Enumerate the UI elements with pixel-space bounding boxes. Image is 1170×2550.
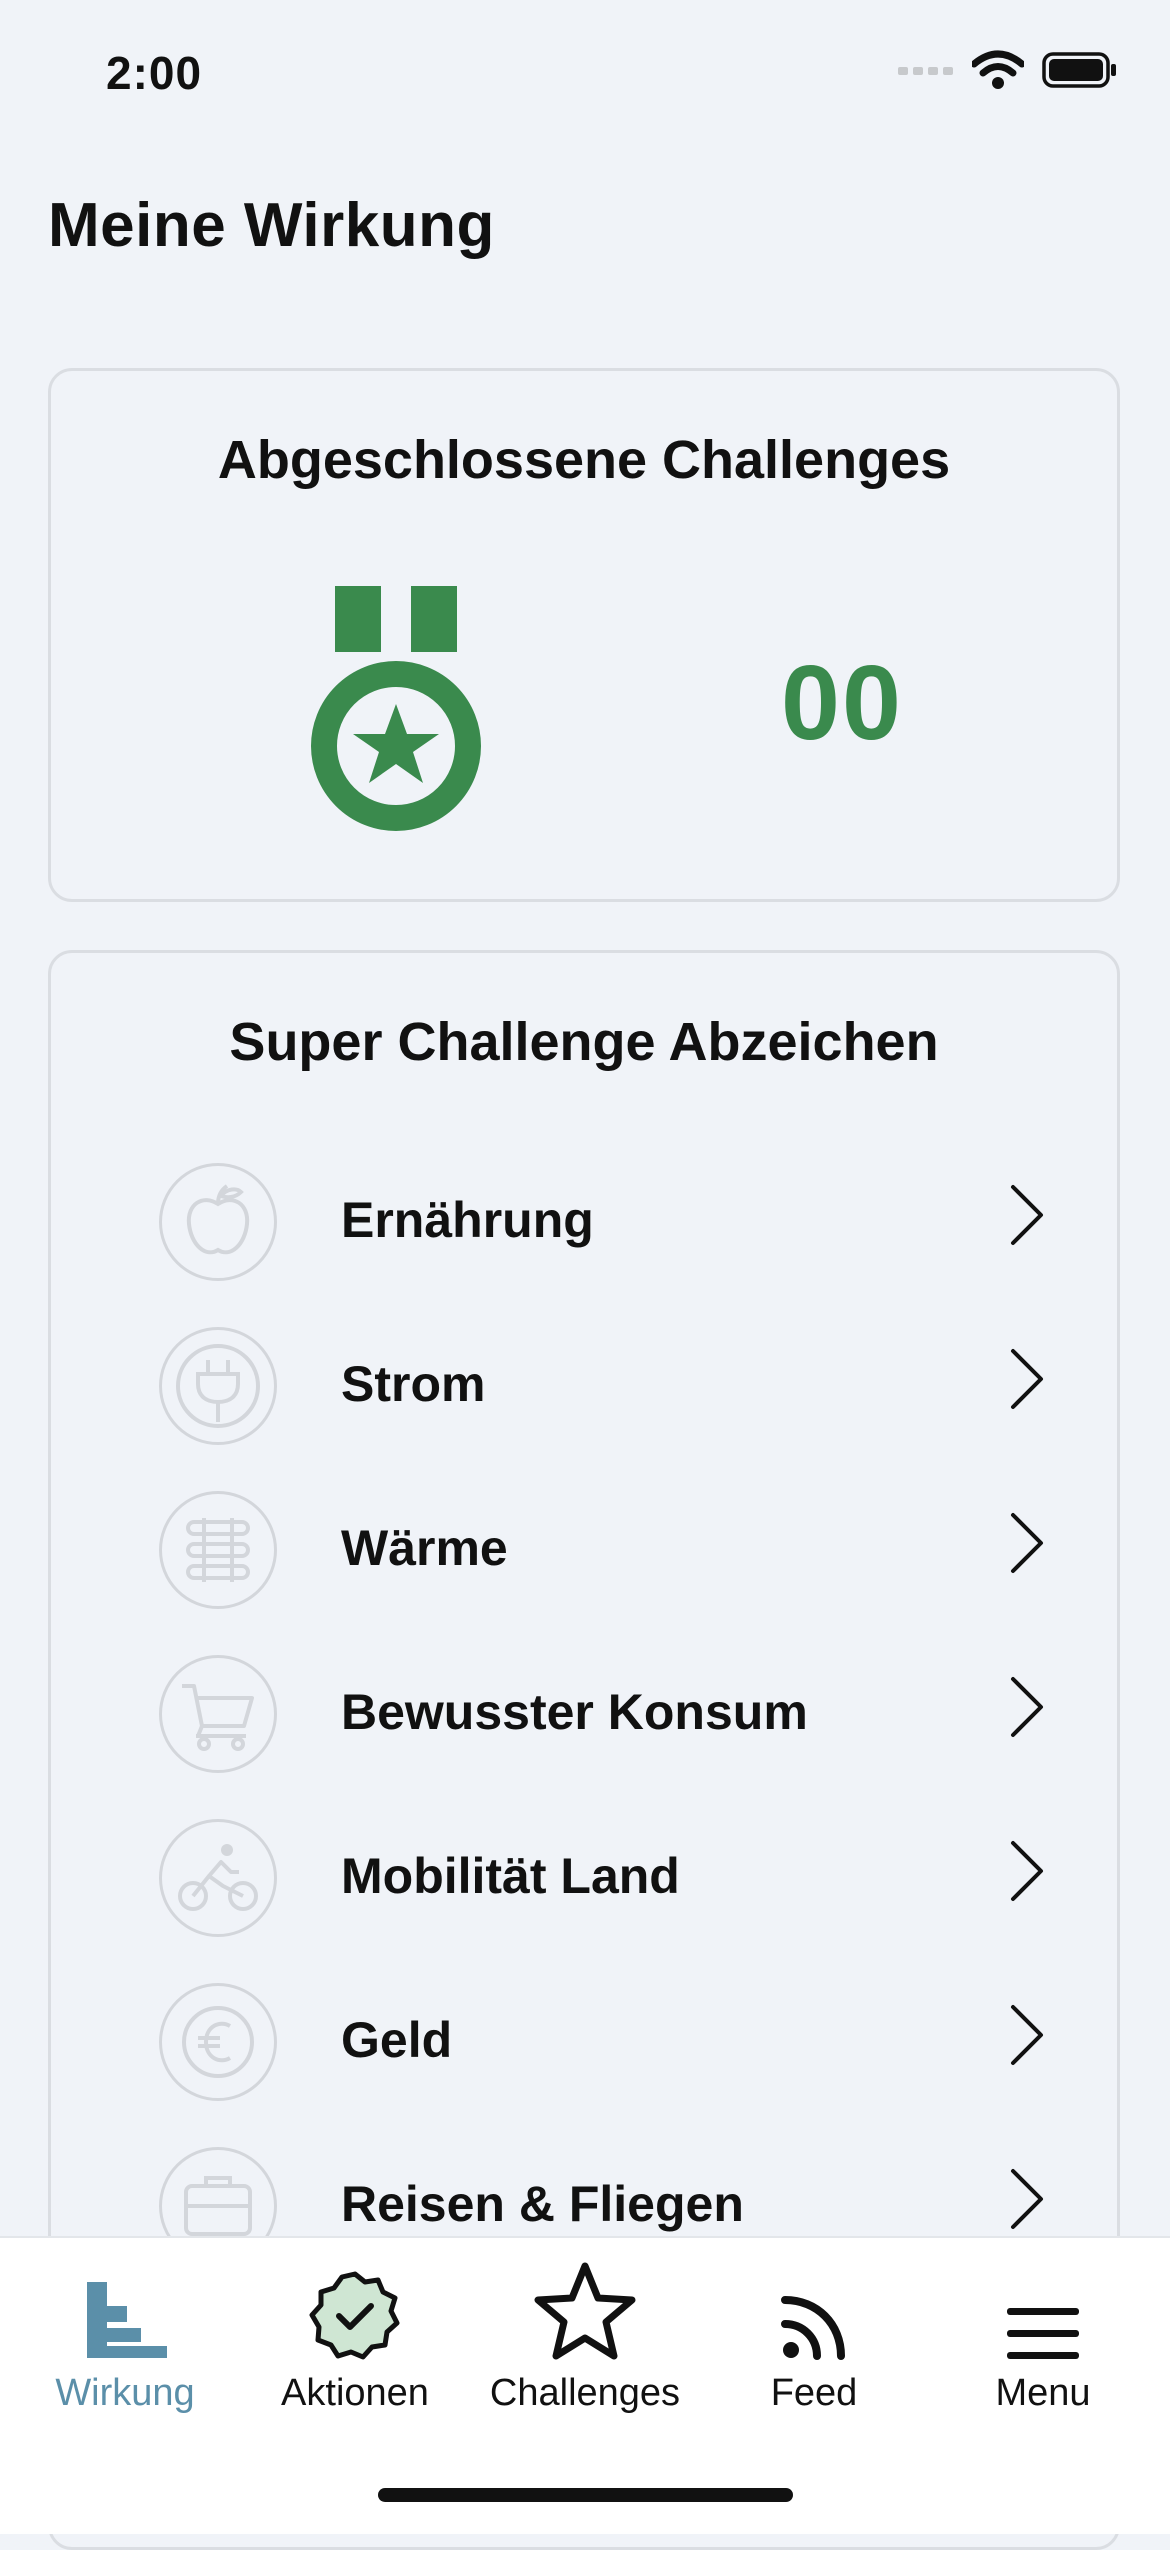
check-badge-icon (309, 2271, 400, 2360)
cellular-signal-icon (898, 67, 953, 75)
hamburger-menu-icon (1007, 2308, 1079, 2359)
badge-item-ernaehrung[interactable]: Ernährung (51, 1153, 1117, 1303)
tab-label: Wirkung (55, 2372, 195, 2414)
impact-chart-icon (87, 2282, 167, 2358)
completed-challenges-card: Abgeschlossene Challenges 00 (48, 368, 1120, 902)
status-icons (898, 50, 1118, 90)
completed-challenges-heading: Abgeschlossene Challenges (217, 430, 951, 490)
page-title: Meine Wirkung (48, 191, 495, 260)
battery-icon (1042, 52, 1116, 88)
wifi-icon (972, 50, 1024, 89)
badge-label: Wärme (341, 1520, 508, 1576)
tab-label: Aktionen (281, 2372, 429, 2414)
chevron-right-icon (1011, 2169, 1043, 2229)
tab-label: Challenges (489, 2372, 681, 2414)
euro-coin-icon (182, 2006, 254, 2078)
cyclist-icon (178, 1844, 258, 1911)
medal-star-icon (311, 586, 481, 831)
radiator-icon (186, 1518, 250, 1582)
completed-challenges-count: 00 (781, 644, 903, 762)
tab-aktionen[interactable]: Aktionen (238, 2258, 472, 2415)
chevron-right-icon (1011, 1185, 1043, 1245)
rss-feed-icon (781, 2296, 845, 2360)
chevron-right-icon (1011, 1677, 1043, 1737)
badge-label: Mobilität Land (341, 1848, 680, 1904)
tab-label: Feed (770, 2372, 858, 2414)
chevron-right-icon (1011, 2005, 1043, 2065)
badge-item-mobilitaet-land[interactable]: Mobilität Land (51, 1809, 1117, 1959)
suitcase-icon (184, 2176, 252, 2236)
badge-label: Strom (341, 1356, 486, 1412)
tab-menu[interactable]: Menu (926, 2258, 1160, 2415)
badge-item-strom[interactable]: Strom (51, 1317, 1117, 1467)
badge-label: Bewusster Konsum (341, 1684, 808, 1740)
badge-label: Geld (341, 2012, 453, 2068)
badge-icon-circle (159, 1983, 277, 2101)
badge-label: Reisen & Fliegen (341, 2176, 744, 2232)
badge-icon-circle (159, 1655, 277, 1773)
tab-wirkung[interactable]: Wirkung (8, 2258, 242, 2415)
badge-item-geld[interactable]: Geld (51, 1973, 1117, 2123)
badge-label: Ernährung (341, 1192, 594, 1248)
shopping-cart-icon (182, 1684, 254, 1751)
status-bar: 2:00 (0, 0, 1170, 150)
home-indicator[interactable] (378, 2488, 793, 2502)
chevron-right-icon (1011, 1513, 1043, 1573)
plug-icon (176, 1344, 260, 1428)
badge-icon-circle (159, 1163, 277, 1281)
badge-icon-circle (159, 1819, 277, 1937)
star-icon (534, 2262, 636, 2360)
status-time: 2:00 (106, 47, 203, 99)
badge-item-waerme[interactable]: Wärme (51, 1481, 1117, 1631)
tab-feed[interactable]: Feed (697, 2258, 931, 2415)
apple-icon (186, 1184, 250, 1255)
badge-icon-circle (159, 1491, 277, 1609)
tab-challenges[interactable]: Challenges (468, 2258, 702, 2415)
chevron-right-icon (1011, 1349, 1043, 1409)
badge-item-bewusster-konsum[interactable]: Bewusster Konsum (51, 1645, 1117, 1795)
badge-icon-circle (159, 1327, 277, 1445)
super-challenge-badges-heading: Super Challenge Abzeichen (229, 1012, 939, 1072)
chevron-right-icon (1011, 1841, 1043, 1901)
tab-label: Menu (995, 2372, 1091, 2414)
